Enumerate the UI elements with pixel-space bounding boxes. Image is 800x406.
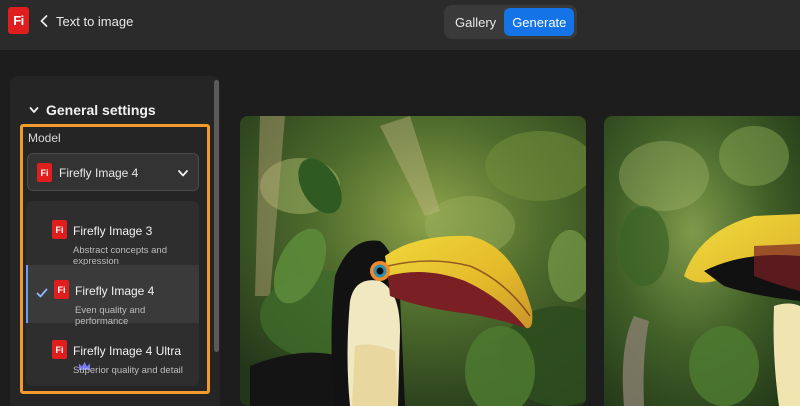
tab-generate[interactable]: Generate xyxy=(504,8,575,36)
model-option-description: Abstract concepts and expression xyxy=(73,245,167,267)
top-bar: Fi Text to image Gallery Generate xyxy=(0,0,800,50)
checkmark-icon xyxy=(36,288,48,298)
model-option-firefly-image-3[interactable]: Fi Firefly Image 3 Abstract concepts and… xyxy=(26,205,199,267)
firefly-model-icon: Fi xyxy=(52,340,67,359)
chevron-down-icon xyxy=(29,107,39,113)
firefly-logo-icon[interactable]: Fi xyxy=(8,7,29,34)
generated-image-2[interactable] xyxy=(604,116,800,406)
generated-image-1[interactable] xyxy=(240,116,586,406)
page-title: Text to image xyxy=(56,14,134,29)
general-settings-toggle[interactable]: General settings xyxy=(28,102,156,118)
toucan-image xyxy=(240,116,586,406)
model-dropdown: Fi Firefly Image 3 Abstract concepts and… xyxy=(26,201,199,386)
model-option-name: Firefly Image 4 xyxy=(75,284,155,298)
model-option-name: Firefly Image 3 xyxy=(73,224,153,238)
general-settings-title: General settings xyxy=(46,102,156,118)
tab-gallery[interactable]: Gallery xyxy=(447,8,504,36)
model-option-description: Even quality and performance xyxy=(75,305,146,327)
model-select[interactable]: Fi Firefly Image 4 xyxy=(27,153,199,191)
toucan-image xyxy=(604,116,800,406)
back-arrow-icon[interactable] xyxy=(38,13,50,29)
model-label: Model xyxy=(28,131,61,145)
model-select-value: Firefly Image 4 xyxy=(59,166,139,180)
chevron-down-icon xyxy=(178,170,188,177)
model-option-description: Superior quality and detail xyxy=(73,365,183,376)
firefly-model-icon: Fi xyxy=(54,280,69,299)
firefly-model-icon: Fi xyxy=(52,220,67,239)
model-option-firefly-image-4[interactable]: Fi Firefly Image 4 Even quality and perf… xyxy=(26,265,199,327)
model-option-firefly-image-4-ultra[interactable]: Fi Firefly Image 4 Ultra Superior qualit… xyxy=(26,325,199,383)
view-switcher: Gallery Generate xyxy=(444,5,578,39)
model-option-name-text: Firefly Image 4 Ultra xyxy=(73,344,182,358)
panel-scrollbar[interactable] xyxy=(214,80,219,352)
firefly-model-icon: Fi xyxy=(37,163,52,182)
